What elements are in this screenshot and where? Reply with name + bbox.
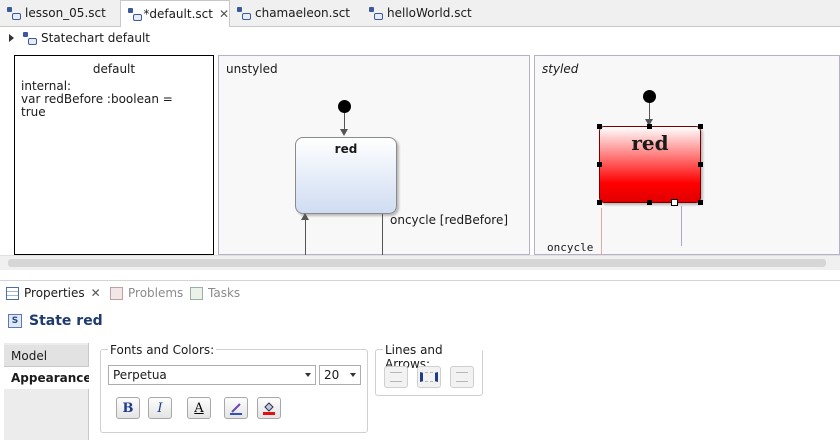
scrollbar-thumb[interactable]: [8, 259, 826, 267]
selection-handle[interactable]: [597, 162, 602, 167]
selection-handle[interactable]: [647, 124, 652, 129]
arrow-type-icon: [456, 372, 468, 382]
region-styled[interactable]: styled red oncycle: [534, 55, 840, 255]
statechart-file-icon: [127, 7, 143, 21]
tab-lesson-05[interactable]: lesson_05.sct: [0, 0, 118, 26]
tab-label: lesson_05.sct: [25, 6, 106, 20]
arrowhead-icon: [301, 213, 309, 220]
italic-button[interactable]: I: [148, 397, 172, 419]
initial-state[interactable]: [338, 100, 351, 113]
line-style-icon: [390, 372, 402, 382]
initial-state[interactable]: [643, 90, 656, 103]
tab-helloworld[interactable]: helloWorld.sct: [362, 0, 482, 26]
line-style-button[interactable]: [384, 366, 408, 388]
close-icon[interactable]: ✕: [219, 7, 229, 21]
state-icon: S: [8, 314, 22, 328]
transition-label[interactable]: oncycle [redBefore]: [390, 213, 508, 227]
fill-color-button[interactable]: [257, 397, 281, 419]
statechart-file-icon: [6, 6, 21, 20]
chevron-down-icon[interactable]: [346, 366, 360, 384]
definition-title: default: [92, 62, 136, 76]
expand-arrow-icon[interactable]: [9, 34, 14, 42]
tab-label: Properties: [24, 286, 85, 300]
tab-chamaeleon[interactable]: chamaeleon.sct: [230, 0, 358, 26]
initial-transition[interactable]: [344, 113, 345, 129]
state-red-unstyled[interactable]: red: [295, 137, 397, 214]
region-unstyled[interactable]: unstyled red oncycle [redBefore]: [218, 55, 530, 255]
chevron-down-icon[interactable]: [301, 366, 315, 384]
tab-label: Problems: [128, 286, 184, 300]
page-title: State red: [29, 313, 103, 329]
selection-handle[interactable]: [698, 200, 703, 205]
tasks-icon: [190, 286, 203, 300]
selection-handle[interactable]: [597, 124, 602, 129]
lines-and-arrows-group: Lines and Arrows:: [375, 343, 483, 396]
selection-handle[interactable]: [698, 162, 703, 167]
line-dash-icon: [420, 372, 438, 382]
arrowhead-icon: [340, 129, 348, 136]
tab-default[interactable]: *default.sct ✕: [120, 0, 230, 27]
tab-tasks[interactable]: Tasks: [184, 281, 240, 305]
state-name: red: [631, 131, 669, 155]
tab-label: Tasks: [208, 286, 241, 300]
transition-label[interactable]: oncycle: [547, 241, 593, 254]
statechart-definition-box[interactable]: default internal: var redBefore :boolean…: [14, 55, 214, 255]
diagram-canvas[interactable]: default internal: var redBefore :boolean…: [4, 52, 840, 255]
font-family-value: Perpetua: [113, 368, 167, 382]
statechart-icon: [22, 31, 37, 45]
region-label: styled: [542, 62, 579, 76]
horizontal-scrollbar[interactable]: [0, 255, 840, 270]
breadcrumb: Statechart default: [0, 27, 840, 49]
state-red-styled[interactable]: red: [599, 126, 701, 203]
tab-properties[interactable]: Properties ✕: [0, 281, 101, 305]
group-label: Fonts and Colors:: [108, 343, 217, 357]
region-label: unstyled: [226, 62, 278, 76]
breadcrumb-label[interactable]: Statechart default: [41, 31, 150, 45]
transition-line[interactable]: [681, 206, 682, 246]
property-sections: Model Appearance: [4, 343, 92, 440]
properties-icon: [6, 286, 19, 300]
transition-line[interactable]: [382, 214, 383, 255]
close-icon[interactable]: ✕: [91, 286, 101, 300]
tab-label: *default.sct: [143, 7, 213, 21]
appearance-pane: Fonts and Colors: Perpetua 20 B I A Line…: [89, 337, 840, 440]
tab-label: chamaeleon.sct: [255, 6, 351, 20]
transition-line[interactable]: [305, 220, 306, 255]
editor-tab-bar: lesson_05.sct *default.sct ✕ chamaeleon.…: [0, 0, 840, 27]
tab-label: helloWorld.sct: [387, 6, 472, 20]
line-dash-button[interactable]: [417, 366, 441, 388]
properties-header: S State red: [0, 305, 840, 337]
initial-transition[interactable]: [649, 103, 650, 119]
tab-problems[interactable]: Problems: [104, 281, 183, 305]
statechart-file-icon: [236, 6, 251, 20]
transition-line[interactable]: [601, 208, 602, 255]
connection-handle[interactable]: [671, 199, 678, 206]
pen-icon: [230, 403, 242, 415]
selection-handle[interactable]: [597, 200, 602, 205]
tab-model[interactable]: Model: [4, 345, 88, 367]
arrow-type-button[interactable]: [450, 366, 474, 388]
font-family-select[interactable]: Perpetua: [108, 365, 316, 385]
definition-body: internal: var redBefore :boolean = true: [21, 79, 173, 119]
font-size-select[interactable]: 20: [319, 365, 361, 385]
selection-handle[interactable]: [698, 124, 703, 129]
problems-icon: [110, 286, 123, 300]
paint-bucket-icon: [263, 402, 275, 415]
state-name: red: [334, 142, 358, 156]
statechart-file-icon: [368, 6, 383, 20]
line-color-button[interactable]: [224, 397, 248, 419]
bold-button[interactable]: B: [116, 397, 140, 419]
font-color-button[interactable]: A: [187, 397, 211, 419]
selection-handle[interactable]: [647, 200, 652, 205]
view-tab-bar: Properties ✕ Problems Tasks: [0, 280, 840, 305]
tab-appearance[interactable]: Appearance: [4, 367, 92, 389]
fonts-and-colors-group: Fonts and Colors: Perpetua 20 B I A: [100, 343, 368, 433]
font-size-value: 20: [324, 368, 340, 382]
